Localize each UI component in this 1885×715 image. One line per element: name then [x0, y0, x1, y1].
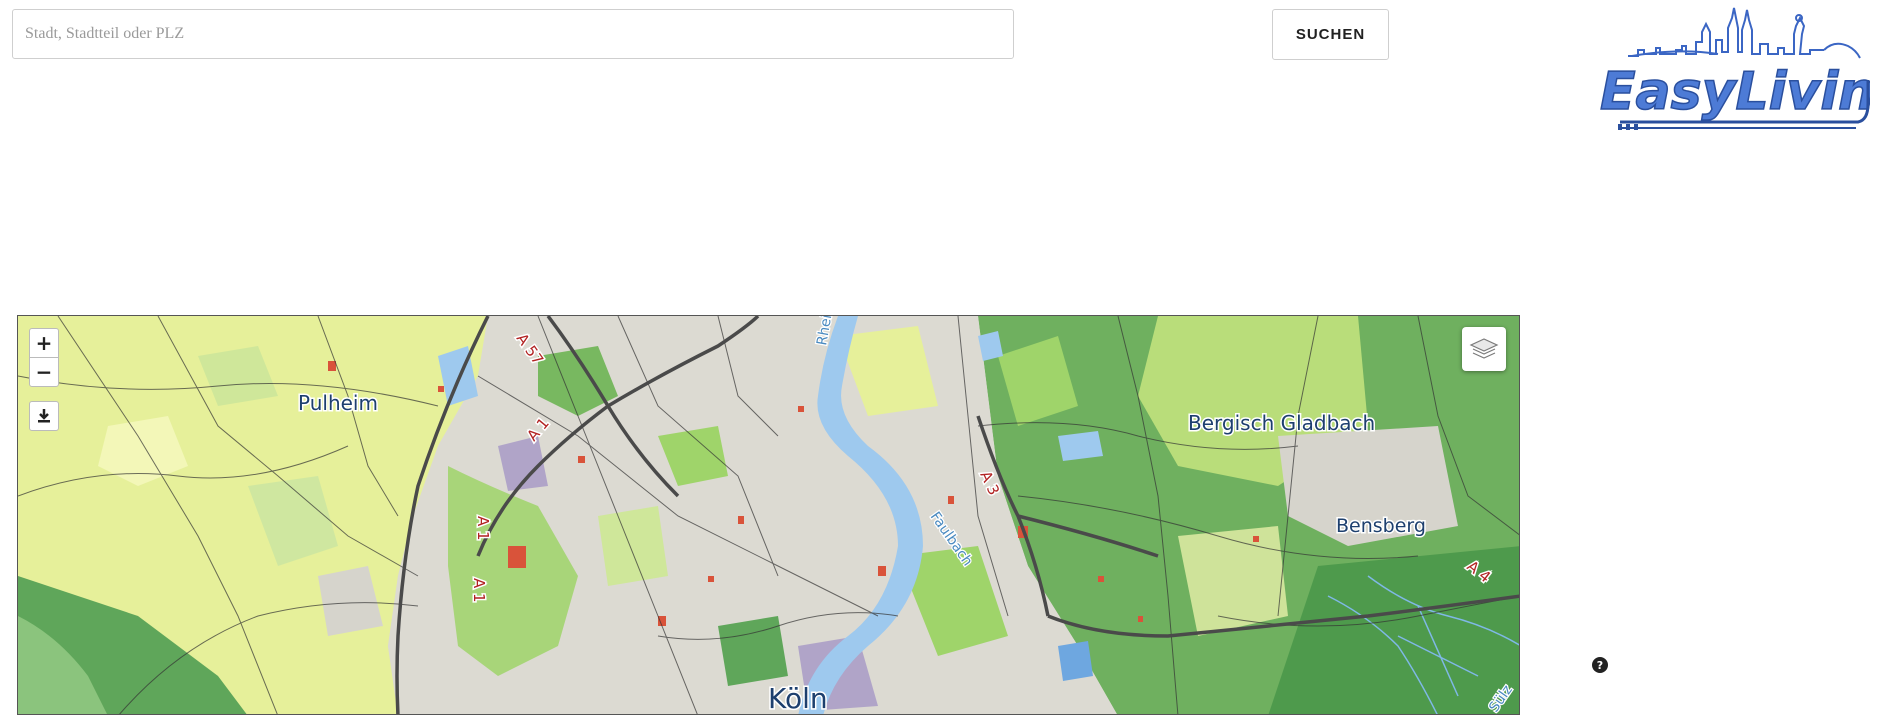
road-label-a1-mid: A 1 — [474, 516, 492, 541]
search-button[interactable]: SUCHEN — [1272, 9, 1389, 60]
place-label-bensberg: Bensberg — [1336, 515, 1426, 537]
map[interactable]: Pulheim Bergisch Gladbach Bensberg Köln … — [17, 315, 1520, 715]
download-button[interactable] — [29, 401, 59, 431]
download-icon — [38, 409, 50, 423]
search-input[interactable] — [12, 9, 1014, 59]
easyliving-logo: EasyLiving — [1598, 4, 1885, 138]
logo-wordmark: EasyLiving — [1600, 62, 1870, 122]
zoom-out-button[interactable]: − — [29, 357, 59, 387]
place-label-bergisch-gladbach: Bergisch Gladbach — [1188, 411, 1375, 435]
zoom-in-button[interactable]: + — [29, 328, 59, 358]
help-icon[interactable]: ? — [1592, 657, 1608, 673]
layers-button[interactable] — [1462, 327, 1506, 371]
place-label-koeln: Köln — [768, 682, 828, 715]
road-label-a1-south: A 1 — [470, 578, 488, 603]
layers-icon — [1469, 338, 1499, 359]
place-label-pulheim: Pulheim — [298, 391, 378, 415]
